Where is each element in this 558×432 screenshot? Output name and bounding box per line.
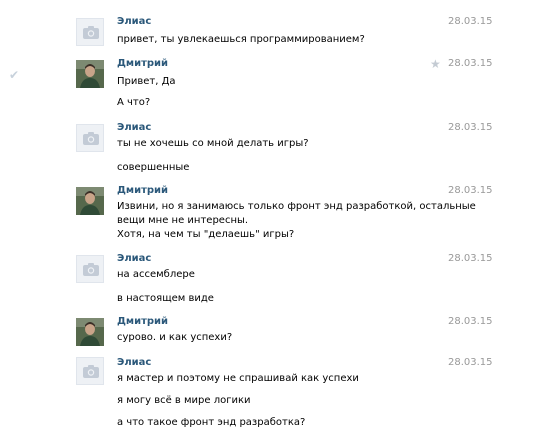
- message-author[interactable]: Элиас: [117, 253, 151, 264]
- message-text: вещи мне не интересны.: [117, 215, 249, 226]
- message-text: а что такое фронт энд разработка?: [117, 417, 306, 428]
- message-text: я могу всё в мире логики: [117, 395, 251, 406]
- message-author[interactable]: Дмитрий: [117, 185, 168, 196]
- avatar[interactable]: [76, 187, 104, 215]
- camera-placeholder-icon[interactable]: [76, 357, 104, 385]
- camera-placeholder-icon[interactable]: [76, 124, 104, 152]
- message-author[interactable]: Элиас: [117, 122, 151, 133]
- message-text: на ассемблере: [117, 269, 195, 280]
- message-author[interactable]: Дмитрий: [117, 58, 168, 69]
- message-date: 28.03.15: [448, 316, 493, 327]
- message-text: Хотя, на чем ты "делаешь" игры?: [117, 229, 295, 240]
- message-text: сурово. и как успехи?: [117, 332, 233, 343]
- avatar[interactable]: [76, 60, 104, 88]
- message-text: я мастер и поэтому не спрашивай как успе…: [117, 373, 359, 384]
- message-date: 28.03.15: [448, 122, 493, 133]
- camera-placeholder-icon[interactable]: [76, 255, 104, 283]
- message-date: 28.03.15: [448, 58, 493, 69]
- message-date: 28.03.15: [448, 185, 493, 196]
- checkmark-icon[interactable]: ✔: [9, 68, 19, 82]
- avatar[interactable]: [76, 318, 104, 346]
- message-date: 28.03.15: [448, 16, 493, 27]
- message-text: Привет, Да: [117, 76, 176, 87]
- message-text: в настоящем виде: [117, 293, 214, 304]
- message-author[interactable]: Дмитрий: [117, 316, 168, 327]
- message-text: ты не хочешь со мной делать игры?: [117, 138, 309, 149]
- message-author[interactable]: Элиас: [117, 357, 151, 368]
- star-icon[interactable]: ★: [430, 57, 441, 71]
- message-date: 28.03.15: [448, 357, 493, 368]
- message-text: привет, ты увлекаешься программированием…: [117, 34, 365, 45]
- message-author[interactable]: Элиас: [117, 16, 151, 27]
- camera-placeholder-icon[interactable]: [76, 18, 104, 46]
- message-text: Извини, но я занимаюсь только фронт энд …: [117, 201, 476, 212]
- message-date: 28.03.15: [448, 253, 493, 264]
- message-text: совершенные: [117, 162, 190, 173]
- message-text: А что?: [117, 97, 151, 108]
